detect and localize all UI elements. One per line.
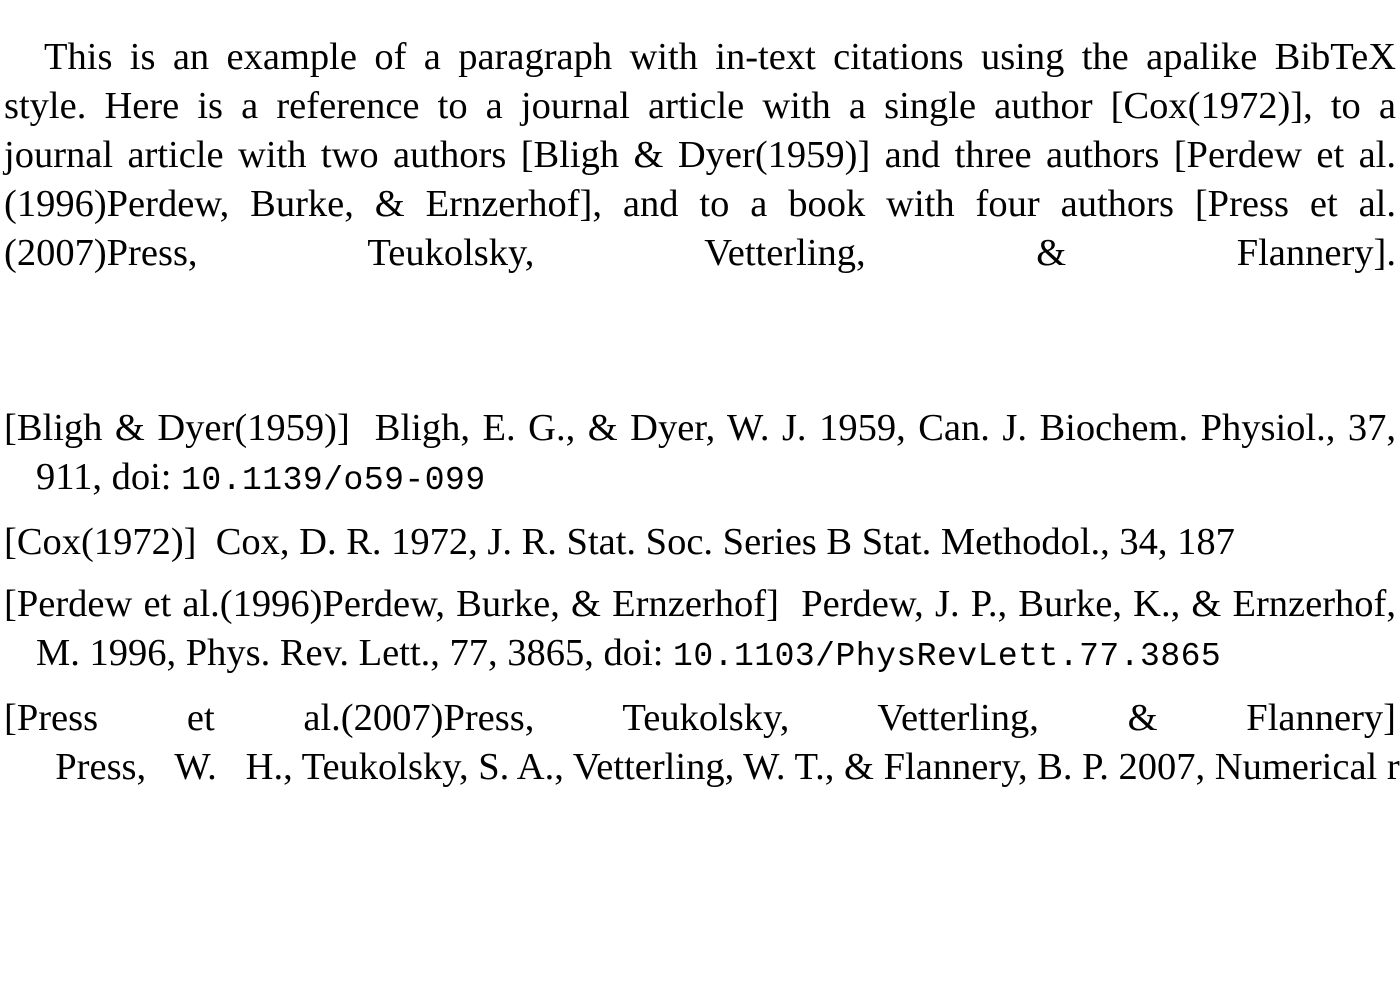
intro-paragraph: This is an example of a paragraph with i… xyxy=(4,35,1396,274)
bibliography-entry-label: [Bligh & Dyer(1959)] xyxy=(4,407,350,449)
bibliography-entry-label: [Perdew et al.(1996)Perdew, Burke, & Ern… xyxy=(4,583,779,625)
bibliography-entry-doi[interactable]: 10.1139/o59-099 xyxy=(181,462,486,499)
document-page: This is an example of a paragraph with i… xyxy=(0,0,1400,1002)
bibliography-entry: [Bligh & Dyer(1959)] Bligh, E. G., & Dye… xyxy=(4,404,1396,505)
bibliography-entry: [Press et al.(2007)Press, Teukolsky, Vet… xyxy=(4,694,1400,792)
bibliography-entry: [Perdew et al.(1996)Perdew, Burke, & Ern… xyxy=(4,580,1396,681)
label-body-separator xyxy=(350,407,375,449)
bibliography-entry-label: [Cox(1972)] xyxy=(4,521,197,563)
bibliography-entry-body: Cox, D. R. 1972, J. R. Stat. Soc. Series… xyxy=(215,521,1235,563)
label-body-separator xyxy=(196,521,215,563)
bibliography-entry: [Cox(1972)] Cox, D. R. 1972, J. R. Stat.… xyxy=(4,518,1396,567)
label-body-separator xyxy=(36,746,55,788)
label-body-separator xyxy=(779,583,801,625)
bibliography-entry-label: [Press et al.(2007)Press, Teukolsky, Vet… xyxy=(4,697,1396,739)
bibliography-list: [Bligh & Dyer(1959)] Bligh, E. G., & Dye… xyxy=(4,404,1400,792)
bibliography-entry-body: Press, W. H., Teukolsky, S. A., Vetterli… xyxy=(55,746,1400,788)
bibliography-entry-doi[interactable]: 10.1103/PhysRevLett.77.3865 xyxy=(673,638,1221,675)
